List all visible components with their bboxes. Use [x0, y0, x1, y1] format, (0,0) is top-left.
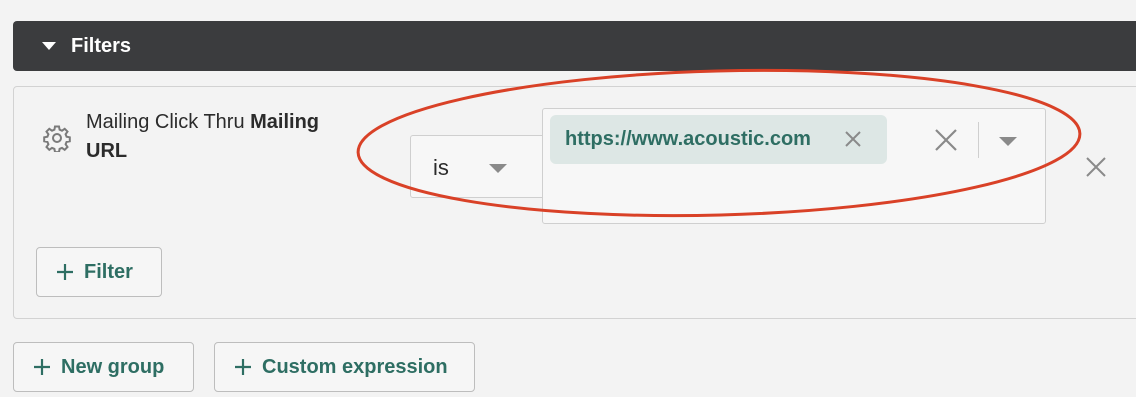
add-filter-label: Filter — [84, 260, 133, 283]
filters-header[interactable]: Filters — [13, 21, 1136, 71]
filters-title: Filters — [71, 34, 132, 57]
custom-expression-button[interactable]: Custom expression — [214, 342, 475, 392]
chip-label: https://www.acoustic.com — [565, 128, 811, 150]
operator-select[interactable]: is — [410, 135, 560, 198]
custom-expression-label: Custom expression — [262, 355, 448, 378]
chip-remove-icon[interactable] — [844, 130, 862, 148]
add-filter-button[interactable]: Filter — [36, 247, 162, 297]
filter-field-prefix: Mailing Click Thru — [86, 111, 245, 133]
remove-filter-icon[interactable] — [1085, 156, 1107, 178]
plus-icon — [34, 359, 50, 375]
clear-values-icon[interactable] — [934, 128, 958, 152]
chevron-down-icon — [489, 164, 507, 173]
chevron-down-icon[interactable] — [999, 137, 1017, 146]
gear-icon[interactable] — [43, 124, 71, 152]
operator-value: is — [433, 155, 449, 180]
caret-down-icon — [42, 42, 56, 50]
new-group-button[interactable]: New group — [13, 342, 194, 392]
filter-field-label: Mailing Click Thru Mailing URL — [86, 108, 356, 166]
new-group-label: New group — [61, 355, 165, 378]
plus-icon — [235, 359, 251, 375]
separator — [978, 122, 979, 158]
value-chip: https://www.acoustic.com — [550, 115, 887, 164]
plus-icon — [57, 264, 73, 280]
